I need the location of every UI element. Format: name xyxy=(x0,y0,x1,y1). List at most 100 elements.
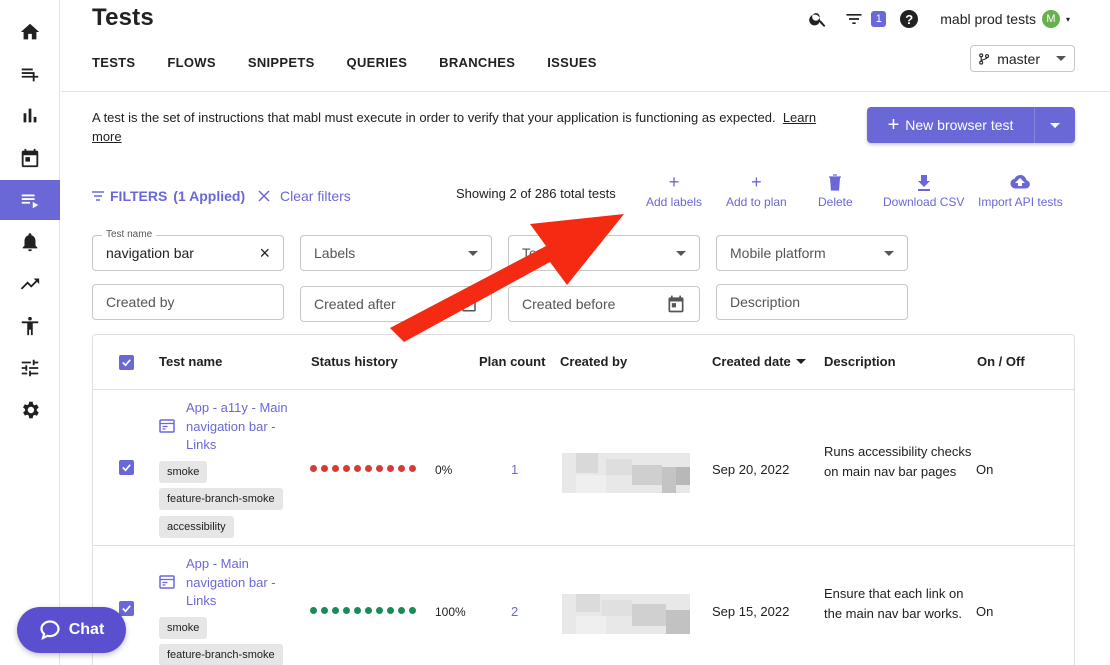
clear-input-icon[interactable]: × xyxy=(259,243,270,264)
git-branch-icon xyxy=(979,52,990,65)
table-row[interactable]: App - Main navigation bar - Links smoke … xyxy=(93,547,1074,665)
nav-home[interactable] xyxy=(0,12,60,52)
branch-selector[interactable]: master xyxy=(970,45,1075,72)
column-header-plan-count[interactable]: Plan count xyxy=(479,354,545,369)
test-type-filter-select[interactable]: Test type xyxy=(508,235,700,271)
nav-settings[interactable] xyxy=(0,390,60,430)
tab-flows[interactable]: FLOWS xyxy=(167,55,215,70)
label-tag[interactable]: smoke xyxy=(159,461,208,483)
column-header-created-date[interactable]: Created date xyxy=(712,354,806,369)
test-name-link[interactable]: App - a11y - Main navigation bar - Links xyxy=(186,399,301,455)
column-header-on-off[interactable]: On / Off xyxy=(977,354,1025,369)
status-dot[interactable] xyxy=(321,465,328,472)
search-button[interactable] xyxy=(807,8,829,30)
browser-test-icon xyxy=(159,419,175,433)
label-tag[interactable]: feature-branch-smoke xyxy=(159,488,283,510)
description-filter-input[interactable]: Description xyxy=(716,284,908,320)
caret-down-icon xyxy=(676,250,686,256)
new-browser-test-main[interactable]: + New browser test xyxy=(867,107,1035,143)
workspace-switcher[interactable]: mabl prod tests M ▾ xyxy=(940,10,1070,28)
add-labels-action[interactable]: + Add labels xyxy=(646,173,702,209)
status-dot[interactable] xyxy=(376,607,383,614)
status-dot[interactable] xyxy=(398,465,405,472)
plan-count-link[interactable]: 2 xyxy=(511,604,518,619)
help-icon[interactable]: ? xyxy=(900,10,919,28)
status-dot[interactable] xyxy=(343,607,350,614)
tab-issues[interactable]: ISSUES xyxy=(547,55,596,70)
filters-toggle[interactable]: FILTERS (1 Applied) xyxy=(92,188,245,204)
new-test-dropdown-button[interactable] xyxy=(1035,107,1075,143)
created-after-filter-input[interactable]: Created after xyxy=(300,286,492,322)
status-dot[interactable] xyxy=(387,465,394,472)
label-tag[interactable]: feature-branch-smoke xyxy=(159,644,283,665)
status-dot[interactable] xyxy=(354,607,361,614)
nav-trends[interactable] xyxy=(0,264,60,304)
status-dot[interactable] xyxy=(310,607,317,614)
label-tag[interactable]: accessibility xyxy=(159,516,234,538)
status-dot[interactable] xyxy=(398,607,405,614)
status-dot[interactable] xyxy=(354,465,361,472)
on-off-status[interactable]: On xyxy=(976,462,993,477)
created-by-filter-placeholder: Created by xyxy=(106,294,175,310)
description: Runs accessibility checks on main nav ba… xyxy=(824,444,972,479)
status-history-dots[interactable] xyxy=(310,465,416,472)
download-csv-action[interactable]: Download CSV xyxy=(883,173,964,209)
chat-button[interactable]: Chat xyxy=(17,607,126,653)
column-header-description[interactable]: Description xyxy=(824,354,896,369)
column-header-status-history[interactable]: Status history xyxy=(311,354,398,369)
column-header-test-name[interactable]: Test name xyxy=(159,354,222,369)
column-header-created-by[interactable]: Created by xyxy=(560,354,627,369)
calendar-icon xyxy=(21,148,39,168)
nav-insights[interactable] xyxy=(0,96,60,136)
add-to-plan-action[interactable]: + Add to plan xyxy=(726,173,787,209)
status-dot[interactable] xyxy=(365,465,372,472)
created-date: Sep 15, 2022 xyxy=(712,604,790,619)
delete-action[interactable]: Delete xyxy=(818,173,853,209)
test-name-link[interactable]: App - Main navigation bar - Links xyxy=(186,555,301,611)
created-before-filter-input[interactable]: Created before xyxy=(508,286,700,322)
status-dot[interactable] xyxy=(343,465,350,472)
tab-queries[interactable]: QUERIES xyxy=(347,55,408,70)
label-tag[interactable]: smoke xyxy=(159,617,208,639)
nav-notifications[interactable] xyxy=(0,222,60,262)
nav-tests[interactable] xyxy=(0,180,60,220)
status-dot[interactable] xyxy=(387,607,394,614)
status-dot[interactable] xyxy=(365,607,372,614)
test-name-filter-input[interactable]: Test name navigation bar × xyxy=(92,229,284,271)
row-checkbox[interactable] xyxy=(119,601,134,616)
description-filter-placeholder: Description xyxy=(730,294,801,310)
new-browser-test-button[interactable]: + New browser test xyxy=(867,107,1075,143)
labels-filter-select[interactable]: Labels xyxy=(300,235,492,271)
nav-configuration[interactable] xyxy=(0,348,60,388)
status-dot[interactable] xyxy=(409,465,416,472)
status-dot[interactable] xyxy=(321,607,328,614)
nav-accessibility[interactable] xyxy=(0,306,60,346)
calendar-icon[interactable] xyxy=(666,294,686,314)
created-by-filter-input[interactable]: Created by xyxy=(92,284,284,320)
status-history-dots[interactable] xyxy=(310,607,416,614)
nav-playlist-add[interactable] xyxy=(0,54,60,94)
table-row[interactable]: App - a11y - Main navigation bar - Links… xyxy=(93,391,1074,546)
plan-count-link[interactable]: 1 xyxy=(511,462,518,477)
select-all-checkbox[interactable] xyxy=(119,355,134,370)
on-off-status[interactable]: On xyxy=(976,604,993,619)
tab-tests[interactable]: TESTS xyxy=(92,55,135,70)
tab-snippets[interactable]: SNIPPETS xyxy=(248,55,315,70)
import-api-tests-action[interactable]: Import API tests xyxy=(978,173,1063,209)
status-dot[interactable] xyxy=(332,607,339,614)
status-dot[interactable] xyxy=(332,465,339,472)
mobile-platform-filter-select[interactable]: Mobile platform xyxy=(716,235,908,271)
row-checkbox[interactable] xyxy=(119,460,134,475)
status-dot[interactable] xyxy=(409,607,416,614)
left-nav-rail xyxy=(0,0,60,665)
status-dot[interactable] xyxy=(376,465,383,472)
caret-down-icon xyxy=(468,250,478,256)
calendar-icon[interactable] xyxy=(460,295,478,313)
nav-calendar[interactable] xyxy=(0,138,60,178)
caret-down-icon xyxy=(884,250,894,256)
status-dot[interactable] xyxy=(310,465,317,472)
clear-filters-button[interactable]: Clear filters xyxy=(258,188,351,204)
filter-menu-button[interactable] xyxy=(843,8,865,30)
description: Ensure that each link on the main nav ba… xyxy=(824,586,964,621)
tab-branches[interactable]: BRANCHES xyxy=(439,55,515,70)
